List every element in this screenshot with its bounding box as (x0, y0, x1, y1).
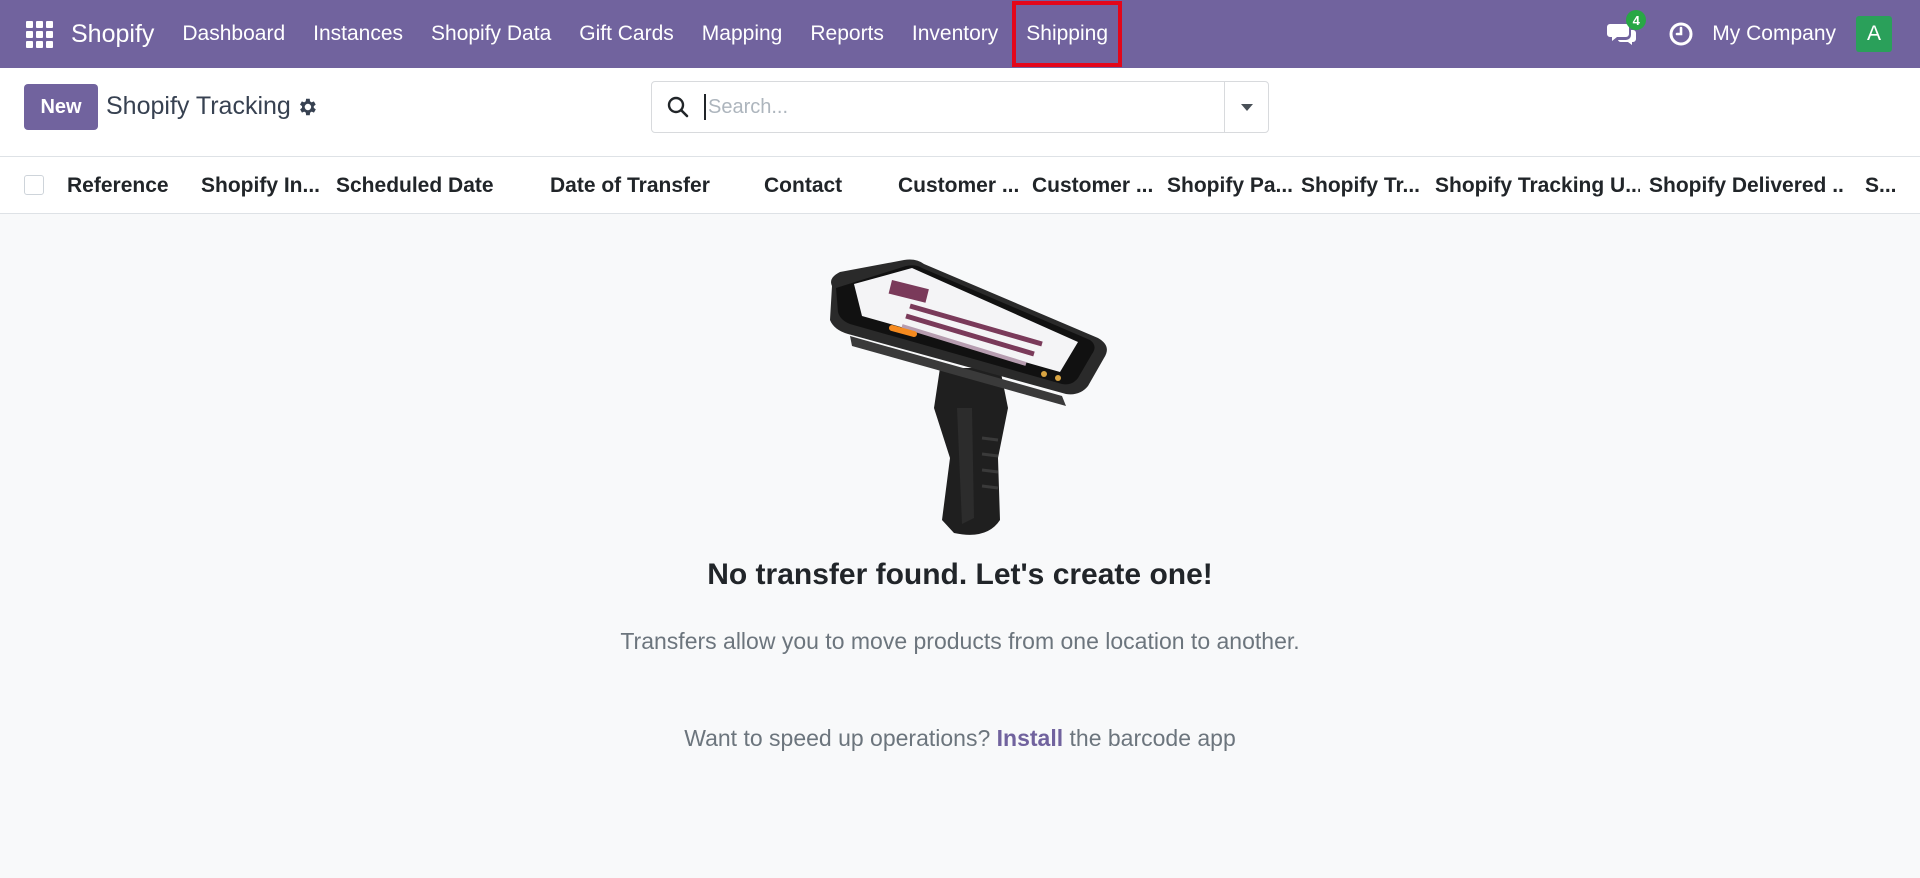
messages-count-badge: 4 (1626, 10, 1647, 30)
apps-menu-icon[interactable] (24, 19, 54, 49)
nav-item-dashboard[interactable]: Dashboard (168, 0, 299, 68)
column-header-s[interactable]: S... (1865, 157, 1910, 214)
search-icon[interactable] (666, 95, 690, 119)
nav-item-mapping[interactable]: Mapping (688, 0, 797, 68)
page-title: Shopify Tracking (106, 92, 291, 120)
control-panel: New Shopify Tracking (0, 68, 1920, 157)
list-header: Reference Shopify In... Scheduled Date D… (0, 157, 1920, 214)
company-switcher[interactable]: My Company (1712, 22, 1836, 46)
column-header-shopify-instance[interactable]: Shopify In... (201, 157, 326, 214)
column-header-scheduled-date[interactable]: Scheduled Date (336, 157, 541, 214)
column-header-date-of-transfer[interactable]: Date of Transfer (550, 157, 755, 214)
nav-item-shopify-data[interactable]: Shopify Data (417, 0, 565, 68)
nav-item-inventory[interactable]: Inventory (898, 0, 1012, 68)
search-bar (651, 81, 1269, 133)
barcode-hint-prefix: Want to speed up operations? (684, 725, 991, 751)
empty-state-title: No transfer found. Let's create one! (707, 558, 1213, 591)
column-header-customer-2[interactable]: Customer ... (1032, 157, 1157, 214)
messages-button[interactable]: 4 (1606, 10, 1647, 50)
navbar-systray: 4 My Company A (1606, 0, 1920, 68)
empty-state-subtitle: Transfers allow you to move products fro… (620, 628, 1300, 654)
column-header-shopify-tracking-url[interactable]: Shopify Tracking U... (1435, 157, 1640, 214)
new-button[interactable]: New (24, 84, 98, 130)
install-barcode-link[interactable]: Install (997, 725, 1063, 751)
clock-icon[interactable] (1668, 21, 1694, 47)
barcode-scanner-illustration (830, 259, 1107, 535)
nav-item-reports[interactable]: Reports (796, 0, 898, 68)
column-header-customer-1[interactable]: Customer ... (898, 157, 1023, 214)
column-header-shopify-tracking[interactable]: Shopify Tr... (1301, 157, 1426, 214)
column-header-reference[interactable]: Reference (67, 157, 192, 214)
nav-item-gift-cards[interactable]: Gift Cards (565, 0, 688, 68)
nav-item-instances[interactable]: Instances (299, 0, 417, 68)
select-all-checkbox[interactable] (24, 175, 44, 195)
nav-item-shipping[interactable]: Shipping (1012, 1, 1123, 67)
app-brand[interactable]: Shopify (71, 20, 154, 49)
barcode-app-hint: Want to speed up operations? Install the… (0, 725, 1920, 752)
column-header-contact[interactable]: Contact (764, 157, 889, 214)
search-input[interactable] (704, 94, 1224, 120)
search-options-toggle[interactable] (1224, 82, 1268, 132)
barcode-hint-suffix: the barcode app (1069, 725, 1236, 751)
column-header-shopify-delivered[interactable]: Shopify Delivered ... (1649, 157, 1844, 214)
gear-icon[interactable] (296, 96, 318, 118)
top-navbar: Shopify Dashboard Instances Shopify Data… (0, 0, 1920, 68)
caret-down-icon (1240, 103, 1253, 111)
column-header-shopify-payment[interactable]: Shopify Pa... (1167, 157, 1292, 214)
user-avatar[interactable]: A (1856, 16, 1892, 52)
